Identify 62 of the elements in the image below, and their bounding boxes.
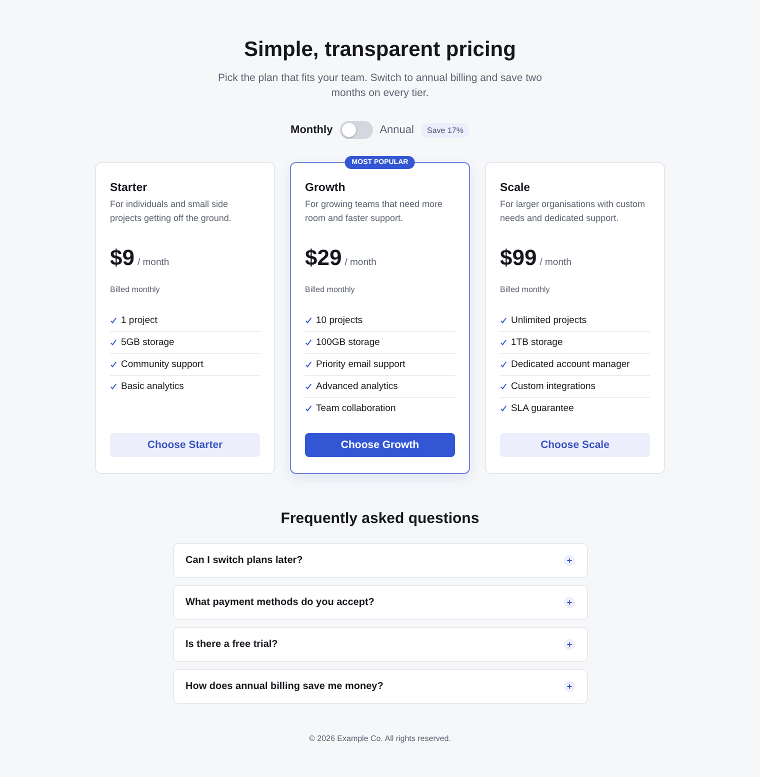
feature-text: Basic analytics bbox=[121, 381, 184, 392]
feature-text: SLA guarantee bbox=[511, 403, 574, 414]
feature-text: 1TB storage bbox=[511, 337, 563, 348]
plus-icon bbox=[564, 555, 574, 566]
check-icon bbox=[110, 361, 117, 368]
monthly-label: Monthly bbox=[290, 124, 333, 136]
billing-note: Billed monthly bbox=[305, 285, 356, 294]
feature-text: Community support bbox=[121, 359, 204, 370]
plus-icon bbox=[564, 681, 574, 692]
faq-question[interactable]: What payment methods do you accept? bbox=[172, 585, 588, 620]
check-icon bbox=[110, 383, 117, 390]
check-icon bbox=[305, 361, 312, 368]
choose-plan-button[interactable]: Choose Starter bbox=[110, 433, 260, 457]
billing-note: Billed monthly bbox=[110, 285, 161, 294]
price-period: / month bbox=[540, 257, 572, 268]
choose-plan-button[interactable]: Choose Scale bbox=[500, 433, 650, 457]
plan-price: $99 bbox=[500, 245, 537, 271]
feature-text: Dedicated account manager bbox=[511, 359, 630, 370]
faq-question[interactable]: Can I switch plans later? bbox=[172, 543, 588, 578]
plan-price: $9 bbox=[110, 245, 134, 271]
page-subtitle: Pick the plan that fits your team. Switch to annual billing and save two months on every tier. bbox=[217, 71, 543, 101]
footer-copyright: © 2026 Example Co. All rights reserved. bbox=[309, 734, 451, 743]
feature-text: 5GB storage bbox=[121, 337, 174, 348]
feature-text: Custom integrations bbox=[511, 381, 596, 392]
check-icon bbox=[110, 339, 117, 346]
plan-name: Growth bbox=[305, 182, 346, 194]
plan-description: For larger organisations with custom needs and dedicated support. bbox=[500, 198, 646, 225]
feature-text: 1 project bbox=[121, 315, 158, 326]
plan-description: For growing teams that need more room and faster support. bbox=[305, 198, 444, 225]
check-icon bbox=[500, 405, 507, 412]
choose-plan-button[interactable]: Choose Growth bbox=[305, 433, 455, 457]
faq-question[interactable]: Is there a free trial? bbox=[172, 627, 588, 662]
price-period: / month bbox=[344, 257, 376, 268]
feature-text: Advanced analytics bbox=[316, 381, 398, 392]
feature-text: 10 projects bbox=[316, 315, 362, 326]
plan-price: $29 bbox=[305, 245, 342, 271]
check-icon bbox=[500, 317, 507, 324]
plan-name: Scale bbox=[500, 182, 532, 194]
check-icon bbox=[305, 317, 312, 324]
check-icon bbox=[500, 361, 507, 368]
page-title: Simple, transparent pricing bbox=[244, 38, 516, 62]
feature-text: 100GB storage bbox=[316, 337, 380, 348]
check-icon bbox=[500, 383, 507, 390]
feature-text: Priority email support bbox=[316, 359, 406, 370]
check-icon bbox=[500, 339, 507, 346]
plus-icon bbox=[564, 639, 574, 650]
check-icon bbox=[305, 383, 312, 390]
annual-label: Annual bbox=[380, 124, 414, 136]
feature-text: Team collaboration bbox=[316, 403, 396, 414]
plan-name: Starter bbox=[110, 182, 148, 194]
faq-question[interactable]: How does annual billing save me money? bbox=[172, 669, 588, 704]
check-icon bbox=[110, 317, 117, 324]
price-period: / month bbox=[137, 257, 170, 268]
billing-toggle[interactable] bbox=[340, 121, 373, 139]
billing-note: Billed monthly bbox=[500, 285, 551, 294]
faq-title: Frequently asked questions bbox=[280, 510, 480, 527]
plan-description: For individuals and small side projects getting off the ground. bbox=[110, 198, 232, 225]
save-badge: Save 17% bbox=[420, 122, 470, 138]
check-icon bbox=[305, 405, 312, 412]
feature-text: Unlimited projects bbox=[511, 315, 586, 326]
plus-icon bbox=[564, 597, 574, 608]
check-icon bbox=[305, 339, 312, 346]
